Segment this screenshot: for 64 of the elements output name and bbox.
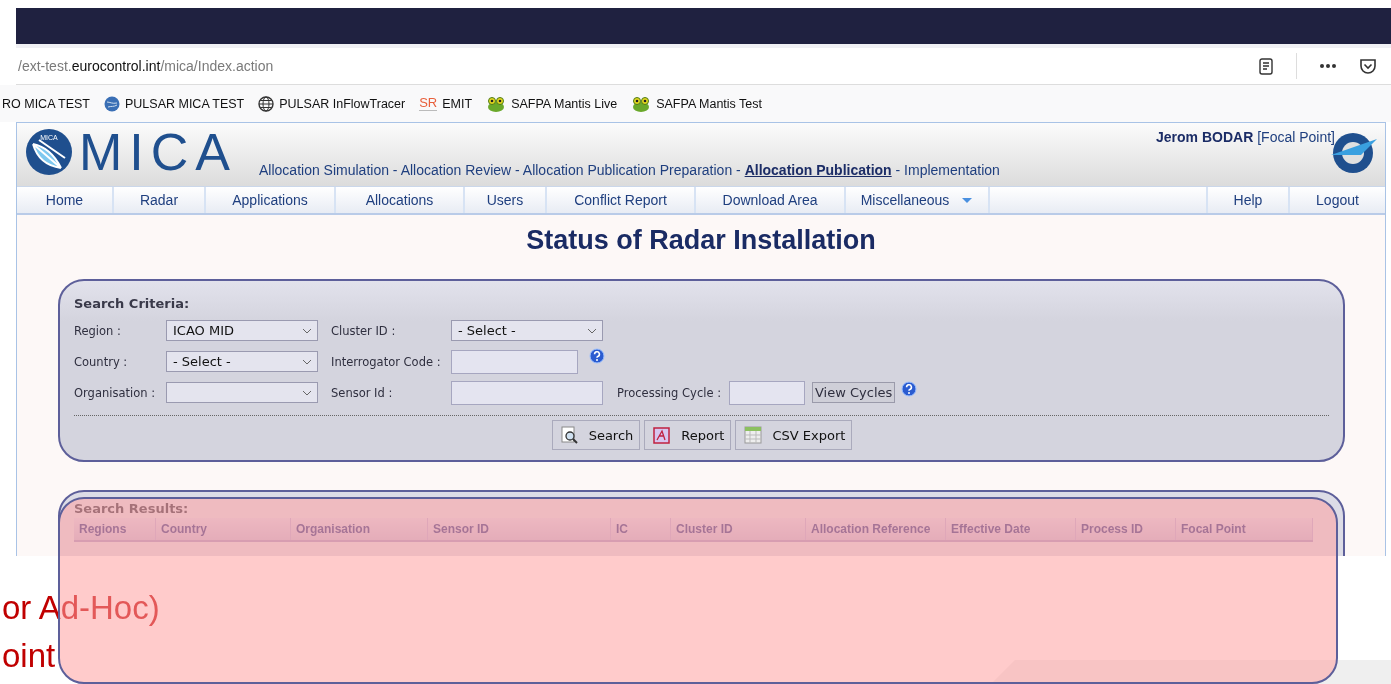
field-label: Region : (74, 323, 122, 338)
dropdown-value: - Select - (458, 323, 516, 338)
chevron-down-icon (302, 358, 312, 365)
field-label: Processing Cycle : (617, 385, 723, 400)
bookmark[interactable]: PULSAR InFlowTracer (258, 95, 406, 112)
panel-title: Search Results: (74, 501, 190, 516)
nav-menu-item[interactable]: Allocations (336, 187, 465, 213)
nav-menu-item[interactable]: Conflict Report (547, 187, 696, 213)
panel-title: Search Criteria: (74, 296, 191, 311)
slide-text: oint (1, 636, 56, 676)
dropdown-value: - Select - (173, 354, 231, 369)
chevron-down-icon (302, 389, 312, 396)
field-label: Cluster ID : (331, 323, 397, 338)
nav-menu-item[interactable]: Miscellaneous (846, 187, 990, 213)
view-cycles-button[interactable]: View Cycles (812, 382, 896, 403)
field-label: Interrogator Code : (331, 354, 442, 369)
bookmark[interactable]: PULSAR MICA TEST (104, 95, 245, 112)
frog-icon (631, 95, 652, 112)
bookmark-label: PULSAR MICA TEST (125, 96, 245, 111)
bookmark[interactable]: SAFPA Mantis Live (486, 95, 618, 112)
magnifier-document-icon (560, 426, 579, 444)
field-label: Organisation : (74, 385, 156, 400)
workflow-breadcrumb: Allocation Simulation - Allocation Review - Allocation Publication Preparation - Allocation Publication - Implementation (258, 162, 1000, 180)
logo-text: MICA (79, 129, 237, 175)
chevron-down-icon (302, 327, 312, 334)
globe-icon (104, 95, 120, 112)
input-field[interactable] (729, 380, 805, 405)
nav-menu-item[interactable]: Home (17, 187, 114, 213)
dropdown[interactable]: - Select - (451, 320, 603, 341)
nav-menu-item[interactable]: Applications (206, 187, 336, 213)
csv-button[interactable]: CSV Export (735, 420, 853, 450)
dropdown-value: ICAO MID (173, 323, 234, 338)
input-field[interactable] (451, 349, 578, 374)
frog-icon (486, 95, 507, 112)
nav-menu-label: Miscellaneous (860, 192, 950, 208)
bookmark-label: SAFPA Mantis Live (511, 96, 618, 111)
page-title: Status of Radar Installation (525, 225, 877, 256)
report-button[interactable]: Report (644, 420, 732, 450)
nav-menu-item[interactable]: Help (1208, 187, 1290, 213)
field-label: Country : (74, 354, 129, 369)
dropdown[interactable]: ICAO MID (166, 320, 318, 341)
nav-menu-item[interactable]: Logout (1290, 187, 1385, 213)
url-text: /ext-test.eurocontrol.int/mica/Index.action (18, 58, 275, 74)
input-field[interactable] (451, 380, 603, 405)
bookmark[interactable]: SAFPA Mantis Test (631, 95, 763, 112)
spreadsheet-icon (744, 426, 763, 444)
bookmark-label: PULSAR InFlowTracer (279, 96, 406, 111)
field-label: Sensor Id : (331, 385, 394, 400)
user-name: Jerom BODAR [Focal Point] (1156, 129, 1335, 145)
chevron-down-icon (587, 327, 597, 334)
more-icon (1319, 62, 1337, 70)
bookmark-label: EMIT (442, 96, 473, 111)
bookmark[interactable]: RO MICA TEST (2, 96, 90, 111)
dropdown[interactable]: - Select - (166, 351, 318, 372)
nav-menu-item[interactable]: Radar (114, 187, 206, 213)
nav-menu-item[interactable]: Users (465, 187, 547, 213)
dropdown[interactable] (166, 382, 318, 403)
search-button[interactable]: Search (551, 420, 641, 450)
globe-icon (258, 95, 275, 112)
nav-menu-item[interactable]: Download Area (696, 187, 846, 213)
bookmark-label: SAFPA Mantis Test (656, 96, 763, 111)
bookmark[interactable]: SR EMIT (419, 96, 473, 111)
dropdown-caret-icon (961, 196, 974, 204)
reader-view-icon (1258, 57, 1274, 75)
